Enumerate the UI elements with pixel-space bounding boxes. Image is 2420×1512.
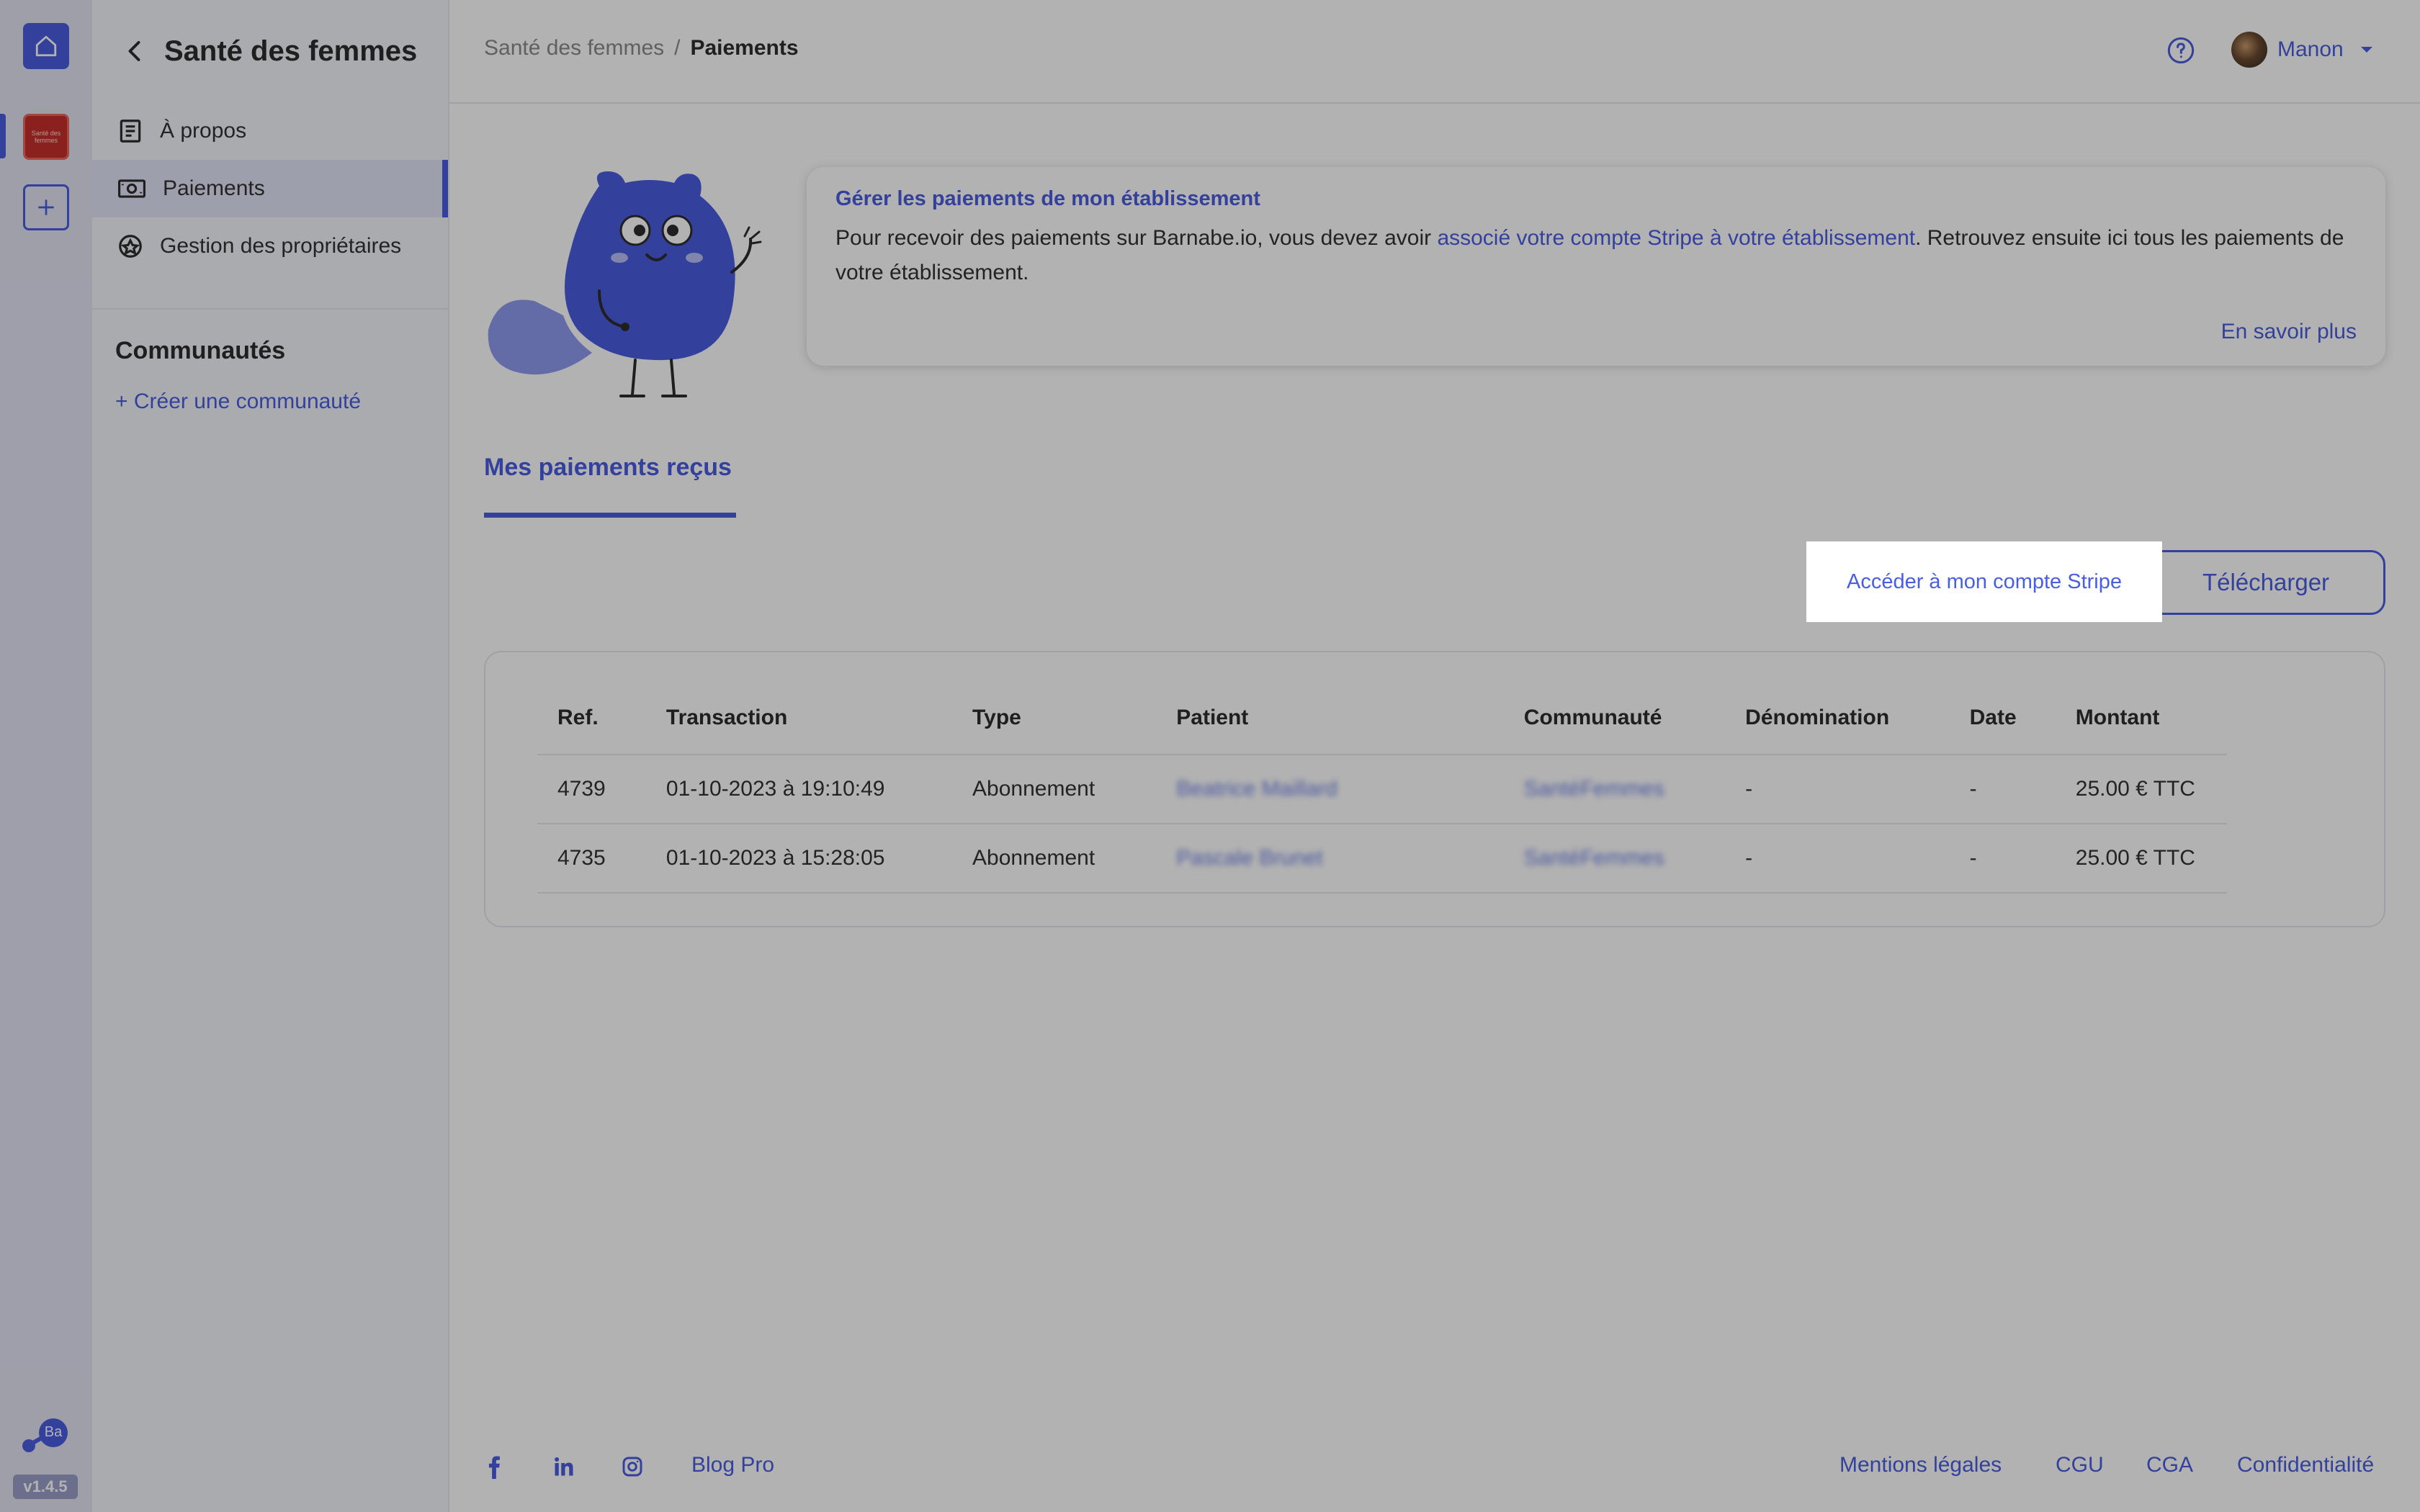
cell-date: - [1949, 824, 2056, 894]
footer-cga-link[interactable]: CGA [2146, 1453, 2193, 1477]
col-ref: Ref. [537, 681, 646, 755]
topbar: Santé des femmes / Paiements Manon [449, 0, 2420, 104]
version-badge: v1.4.5 [13, 1475, 78, 1499]
cell-communaute: SantéFemmes [1503, 824, 1726, 894]
table-header-row: Ref. Transaction Type Patient Communauté… [537, 681, 2227, 755]
footer-confidentialite-link[interactable]: Confidentialité [2237, 1453, 2374, 1477]
plus-icon [38, 199, 54, 215]
cell-ref: 4735 [537, 824, 646, 894]
breadcrumb: Santé des femmes / Paiements [484, 36, 799, 60]
sidebar-item-a-propos[interactable]: À propos [92, 102, 448, 160]
table-row: 4739 01-10-2023 à 19:10:49 Abonnement Be… [537, 755, 2227, 824]
user-name: Manon [2277, 37, 2344, 61]
stripe-association-link[interactable]: associé votre compte Stripe à votre étab… [1437, 226, 1915, 250]
cell-transaction: 01-10-2023 à 15:28:05 [645, 824, 953, 894]
info-card-text: Pour recevoir des paiements sur Barnabe.… [835, 221, 2357, 290]
col-transaction: Transaction [645, 681, 953, 755]
info-card-title: Gérer les paiements de mon établissement [835, 187, 1260, 210]
col-communaute: Communauté [1503, 681, 1726, 755]
document-icon [120, 120, 141, 143]
footer-blog-link[interactable]: Blog Pro [691, 1453, 774, 1477]
sidebar-item-label: Gestion des propriétaires [160, 234, 402, 258]
cell-patient: Beatrice Maillard [1156, 755, 1504, 824]
sidebar-item-paiements[interactable]: Paiements [92, 160, 448, 217]
banknote-icon [118, 179, 145, 198]
cell-denomination: - [1725, 824, 1950, 894]
sidebar-item-gestion-proprietaires[interactable]: Gestion des propriétaires [92, 217, 448, 275]
cell-type: Abonnement [952, 824, 1157, 894]
cell-type: Abonnement [952, 755, 1157, 824]
chevron-left-icon[interactable] [122, 37, 148, 66]
home-icon [35, 35, 57, 57]
breadcrumb-separator: / [674, 36, 681, 60]
community-avatar-button[interactable]: Santé des femmes [23, 114, 69, 160]
col-montant: Montant [2055, 681, 2227, 755]
sidebar-header: Santé des femmes [92, 0, 448, 102]
sidebar-item-label: À propos [160, 119, 247, 143]
breadcrumb-current: Paiements [690, 36, 799, 60]
cell-patient: Pascale Brunet [1156, 824, 1504, 894]
communities-heading: Communautés [115, 337, 286, 364]
cell-transaction: 01-10-2023 à 19:10:49 [645, 755, 953, 824]
footer-cgu-link[interactable]: CGU [2056, 1453, 2104, 1477]
tab-mes-paiements-recus[interactable]: Mes paiements reçus [484, 454, 732, 482]
breadcrumb-parent[interactable]: Santé des femmes [484, 36, 664, 60]
cell-montant: 25.00 € TTC [2055, 824, 2227, 894]
sidebar-title: Santé des femmes [164, 35, 418, 67]
cell-montant: 25.00 € TTC [2055, 755, 2227, 824]
patient-link[interactable]: Pascale Brunet [1176, 846, 1322, 870]
home-button[interactable] [23, 23, 69, 69]
linkedin-icon[interactable] [553, 1454, 575, 1479]
footer-mentions-link[interactable]: Mentions légales [1839, 1453, 2002, 1477]
mascot-illustration [488, 171, 762, 397]
download-button[interactable]: Télécharger [2146, 550, 2385, 615]
table-row: 4735 01-10-2023 à 15:28:05 Abonnement Pa… [537, 824, 2227, 894]
community-link[interactable]: SantéFemmes [1524, 777, 1664, 801]
payments-table: Ref. Transaction Type Patient Communauté… [537, 681, 2227, 894]
rail-active-indicator [0, 114, 6, 158]
payments-info-card: Gérer les paiements de mon établissement… [807, 167, 2385, 366]
cell-ref: 4739 [537, 755, 646, 824]
instagram-icon[interactable] [621, 1454, 644, 1479]
tab-active-underline [484, 513, 736, 518]
community-link[interactable]: SantéFemmes [1524, 846, 1664, 870]
community-avatar-label: Santé des femmes [31, 130, 61, 144]
logo-text: Ba [44, 1424, 63, 1440]
facebook-icon[interactable] [487, 1454, 501, 1479]
user-menu[interactable]: Manon [2231, 32, 2374, 68]
avatar [2231, 32, 2267, 68]
col-date: Date [1949, 681, 2056, 755]
cell-date: - [1949, 755, 2056, 824]
barnabe-logo: Ba [20, 1417, 72, 1457]
sidebar-item-label: Paiements [163, 176, 265, 200]
app-rail: Santé des femmes Ba v1.4.5 [0, 0, 92, 1512]
payments-table-card: Ref. Transaction Type Patient Communauté… [484, 651, 2385, 927]
sidebar: Santé des femmes À propos Paiements Gest… [92, 0, 449, 1512]
owner-badge-icon [119, 235, 142, 258]
add-community-button[interactable] [23, 184, 69, 230]
info-text-before: Pour recevoir des paiements sur Barnabe.… [835, 226, 1438, 250]
learn-more-link[interactable]: En savoir plus [2221, 320, 2357, 344]
stripe-account-button[interactable]: Accéder à mon compte Stripe [1806, 541, 2162, 622]
col-type: Type [952, 681, 1157, 755]
col-patient: Patient [1156, 681, 1504, 755]
cell-communaute: SantéFemmes [1503, 755, 1726, 824]
footer: Blog Pro Mentions légales CGU CGA Confid… [484, 1452, 2385, 1483]
col-denomination: Dénomination [1725, 681, 1950, 755]
help-icon[interactable] [2166, 36, 2195, 65]
patient-link[interactable]: Beatrice Maillard [1176, 777, 1337, 801]
caret-down-icon [2360, 47, 2372, 53]
create-community-link[interactable]: + Créer une communauté [92, 365, 448, 414]
cell-denomination: - [1725, 755, 1950, 824]
